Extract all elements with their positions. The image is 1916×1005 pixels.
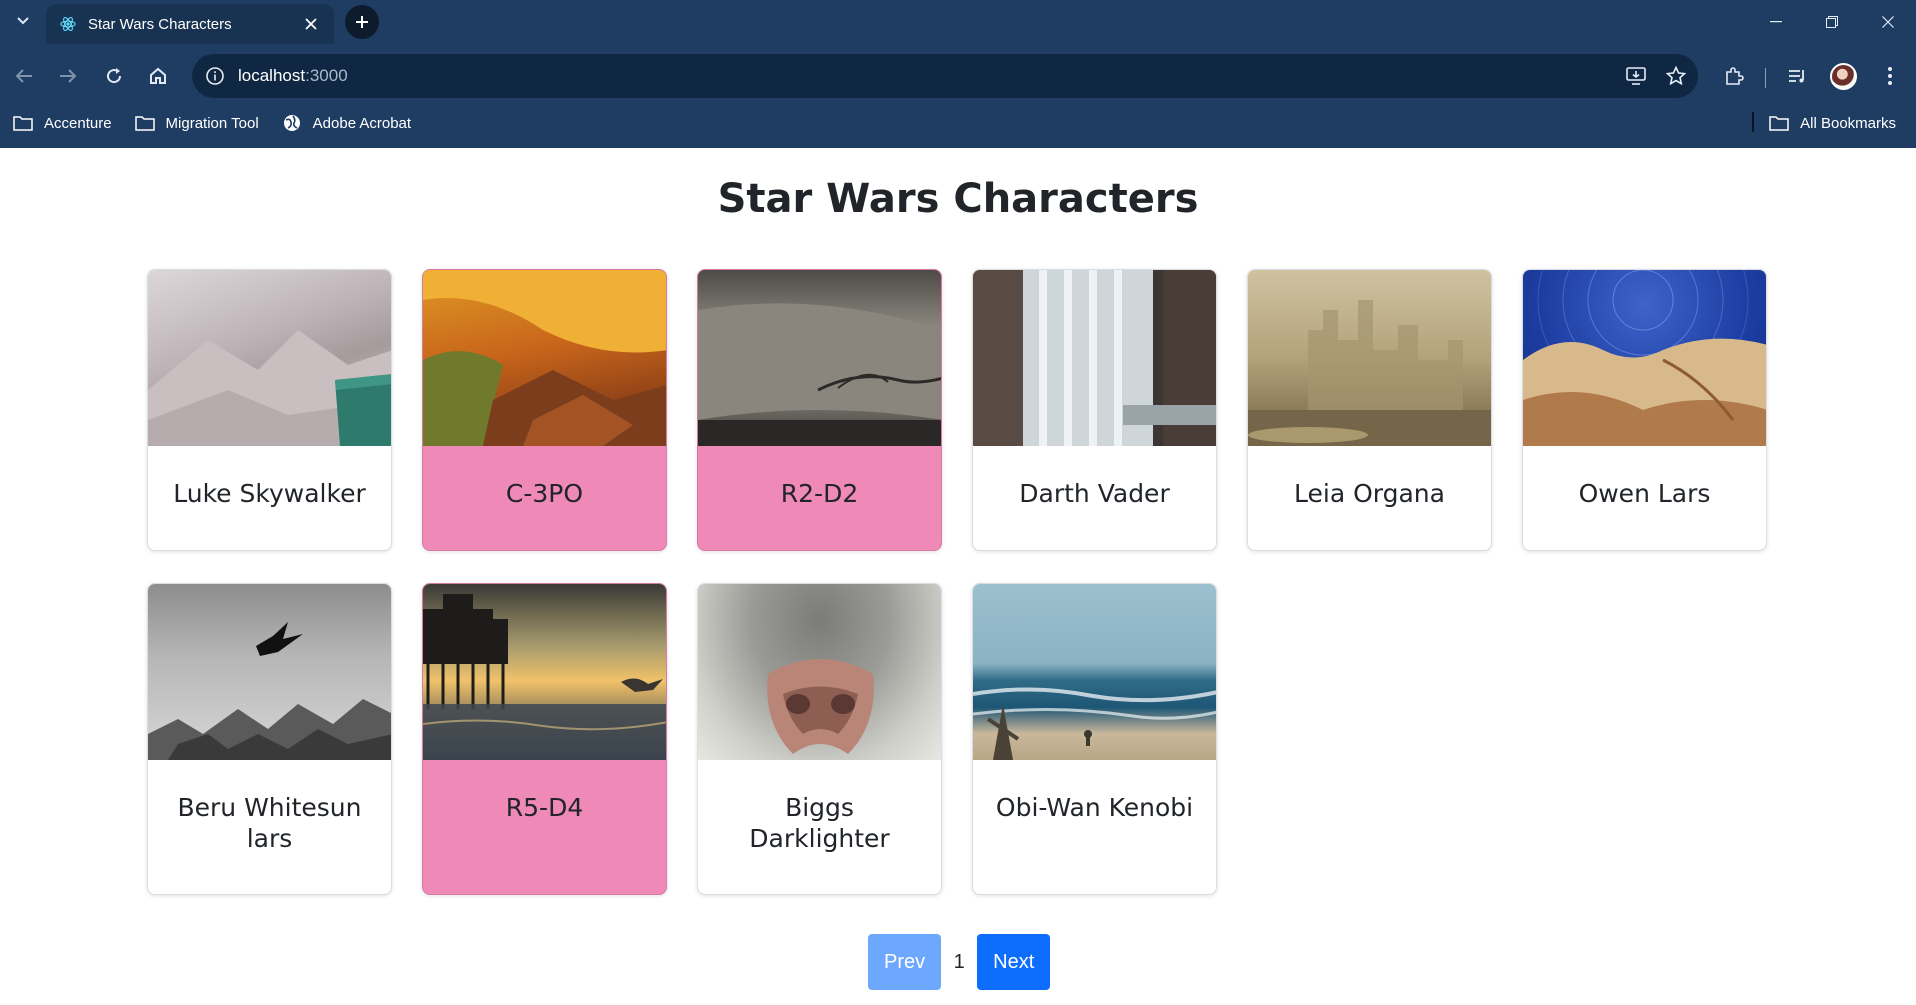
character-card[interactable]: Darth Vader	[972, 269, 1217, 551]
bookmarks-bar: Accenture Migration Tool Adobe Acrobat A…	[0, 108, 1916, 138]
character-card[interactable]: Owen Lars	[1522, 269, 1767, 551]
close-window-icon[interactable]	[1860, 0, 1916, 44]
minimize-icon[interactable]	[1748, 0, 1804, 44]
character-name: Leia Organa	[1294, 479, 1445, 508]
folder-icon	[1768, 114, 1790, 132]
character-image	[973, 584, 1216, 760]
character-card[interactable]: Obi-Wan Kenobi	[972, 583, 1217, 895]
character-image	[148, 584, 391, 760]
tab-strip: Star Wars Characters	[0, 0, 1916, 44]
react-icon	[58, 14, 78, 34]
character-image	[423, 270, 666, 446]
bookmark-star-icon[interactable]	[1658, 58, 1694, 94]
profile-avatar[interactable]	[1830, 63, 1857, 90]
character-name: Luke Skywalker	[173, 479, 366, 508]
page-title: Star Wars Characters	[717, 176, 1199, 222]
tab-title: Star Wars Characters	[88, 15, 232, 33]
character-card[interactable]: R2-D2	[697, 269, 942, 551]
character-image	[423, 584, 666, 760]
character-name: Darth Vader	[1019, 479, 1170, 508]
bookmark-accenture[interactable]: Accenture	[0, 109, 122, 137]
browser-toolbar: localhost:3000	[0, 52, 1916, 100]
character-image	[698, 270, 941, 446]
character-card[interactable]: C-3PO	[422, 269, 667, 551]
toolbar-separator	[1765, 68, 1766, 88]
home-icon[interactable]	[142, 60, 174, 92]
address-bar[interactable]: localhost:3000	[192, 54, 1698, 98]
folder-icon	[134, 114, 156, 132]
character-image	[1248, 270, 1491, 446]
character-name: Beru Whitesun lars	[177, 793, 362, 853]
character-card[interactable]: R5-D4	[422, 583, 667, 895]
character-card[interactable]: Biggs Darklighter	[697, 583, 942, 895]
install-app-icon[interactable]	[1618, 58, 1654, 94]
tab-close-icon[interactable]	[300, 13, 322, 35]
tab-active[interactable]: Star Wars Characters	[46, 4, 334, 44]
bookmark-label: Migration Tool	[165, 114, 259, 132]
pagination: Prev 1 Next	[868, 934, 1051, 990]
url-text[interactable]: localhost:3000	[238, 66, 1618, 86]
folder-icon	[12, 114, 34, 132]
forward-icon[interactable]	[52, 60, 84, 92]
character-card[interactable]: Beru Whitesun lars	[147, 583, 392, 895]
character-image	[698, 584, 941, 760]
character-name: Owen Lars	[1578, 479, 1711, 508]
globe-icon	[281, 114, 303, 132]
browser-chrome: Star Wars Characters localhost:3000 Acce…	[0, 0, 1916, 148]
bookmark-migration-tool[interactable]: Migration Tool	[122, 109, 269, 137]
character-name: R2-D2	[780, 479, 859, 508]
character-image	[1523, 270, 1766, 446]
bookmark-label: Adobe Acrobat	[312, 114, 412, 132]
bookmarks-separator	[1752, 112, 1754, 132]
restore-icon[interactable]	[1804, 0, 1860, 44]
character-card[interactable]: Leia Organa	[1247, 269, 1492, 551]
bookmark-label: Accenture	[44, 114, 112, 132]
character-card[interactable]: Luke Skywalker	[147, 269, 392, 551]
page-content: Star Wars Characters Luke Skywalker C-3P…	[0, 148, 1916, 1005]
site-info-icon[interactable]	[202, 63, 228, 89]
url-host: localhost	[238, 66, 306, 85]
media-controls-icon[interactable]	[1782, 60, 1814, 92]
character-name: Biggs Darklighter	[749, 793, 890, 853]
prev-button[interactable]: Prev	[868, 934, 942, 990]
new-tab-button[interactable]	[345, 5, 379, 39]
all-bookmarks-label: All Bookmarks	[1800, 114, 1896, 132]
extensions-icon[interactable]	[1718, 60, 1750, 92]
character-name: Obi-Wan Kenobi	[995, 793, 1194, 822]
current-page-number: 1	[953, 950, 965, 973]
tab-search-icon[interactable]	[10, 8, 36, 34]
reload-icon[interactable]	[98, 60, 130, 92]
all-bookmarks[interactable]: All Bookmarks	[1756, 109, 1906, 137]
character-name: C-3PO	[505, 479, 584, 508]
character-name: R5-D4	[505, 793, 584, 822]
more-menu-icon[interactable]	[1874, 60, 1906, 92]
back-icon[interactable]	[8, 60, 40, 92]
url-port: :3000	[305, 66, 348, 85]
character-image	[148, 270, 391, 446]
character-image	[973, 270, 1216, 446]
next-button[interactable]: Next	[977, 934, 1051, 990]
window-controls	[1748, 0, 1916, 44]
bookmark-adobe-acrobat[interactable]: Adobe Acrobat	[269, 109, 421, 137]
